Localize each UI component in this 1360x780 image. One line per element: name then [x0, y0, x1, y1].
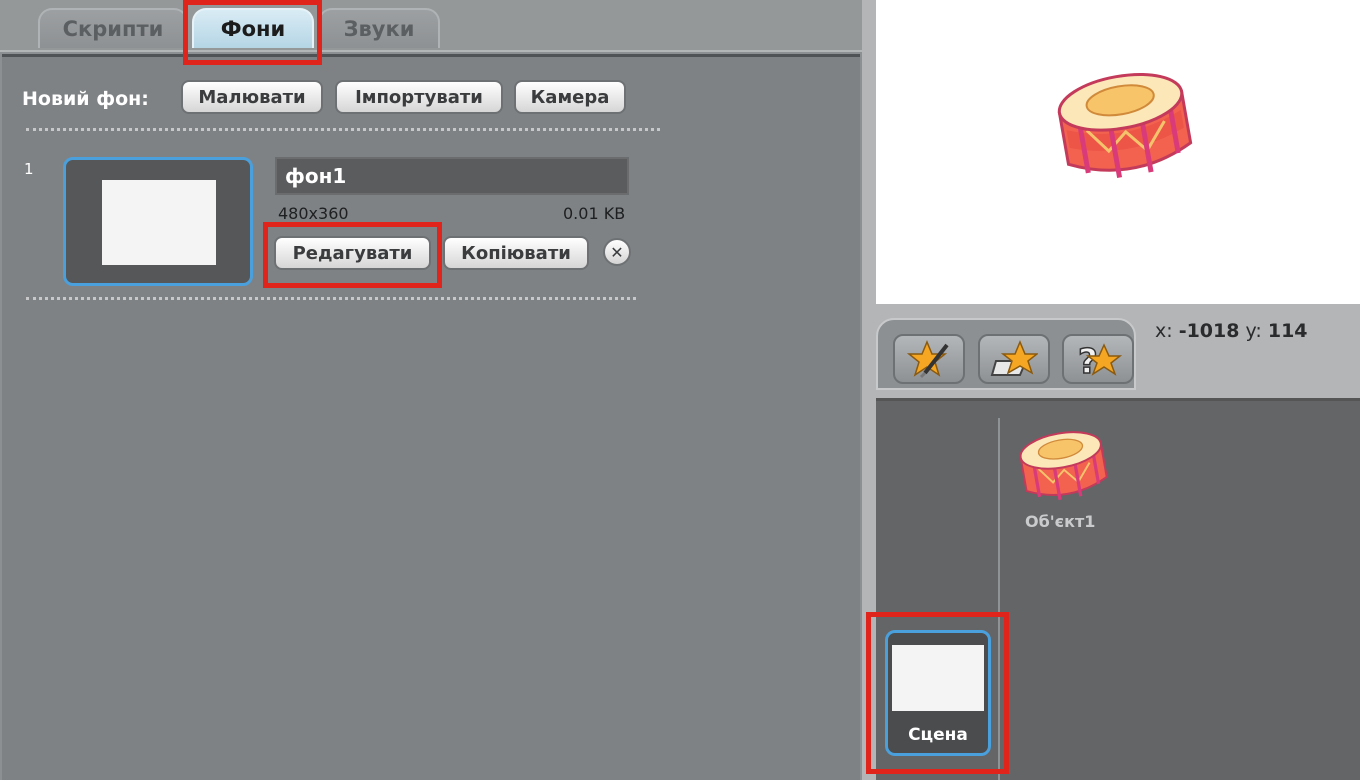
- copy-button[interactable]: Копіювати: [443, 236, 589, 270]
- drum-sprite-thumbnail-icon: [1019, 431, 1108, 501]
- y-label: y:: [1245, 320, 1262, 342]
- camera-button[interactable]: Камера: [514, 80, 626, 114]
- tab-sounds[interactable]: Звуки: [318, 8, 440, 48]
- costumes-editor-pane: Скрипти Звуки Фони Новий фон: Малювати І…: [0, 0, 862, 780]
- drum-sprite-icon[interactable]: [1054, 62, 1194, 187]
- sprite-thumbnail[interactable]: [1016, 424, 1110, 510]
- choose-sprite-from-file-button[interactable]: [978, 334, 1050, 384]
- separator: [26, 128, 660, 131]
- costume-file-size: 0.01 KB: [563, 204, 626, 223]
- costume-thumbnail-image: [102, 180, 216, 265]
- delete-icon[interactable]: ✕: [603, 238, 631, 266]
- y-value: 114: [1267, 320, 1308, 342]
- highlight-box-tab: [183, 0, 322, 65]
- highlight-box-stage: [866, 612, 1009, 774]
- paint-new-sprite-icon: [907, 340, 949, 379]
- import-button[interactable]: Імпортувати: [335, 80, 503, 114]
- surprise-sprite-icon: ?: [1077, 341, 1122, 379]
- costume-name-field[interactable]: фон1: [275, 157, 629, 195]
- stage-canvas[interactable]: [876, 0, 1360, 304]
- costume-thumbnail[interactable]: [63, 157, 253, 286]
- surprise-sprite-button[interactable]: ?: [1062, 334, 1134, 384]
- paint-new-sprite-button[interactable]: [893, 334, 965, 384]
- x-value: -1018: [1178, 320, 1240, 342]
- costume-dimensions: 480x360: [278, 204, 349, 223]
- separator: [26, 297, 636, 300]
- paint-button[interactable]: Малювати: [181, 80, 323, 114]
- sprite-name-label: Об'єкт1: [1025, 512, 1096, 531]
- costume-number: 1: [24, 160, 34, 178]
- tab-scripts[interactable]: Скрипти: [38, 8, 188, 48]
- new-background-label: Новий фон:: [22, 88, 149, 110]
- choose-sprite-from-file-icon: [990, 340, 1038, 376]
- mouse-coordinates: x: -1018 y: 114: [1155, 320, 1308, 342]
- highlight-box-edit: [263, 222, 442, 288]
- x-label: x:: [1155, 320, 1173, 342]
